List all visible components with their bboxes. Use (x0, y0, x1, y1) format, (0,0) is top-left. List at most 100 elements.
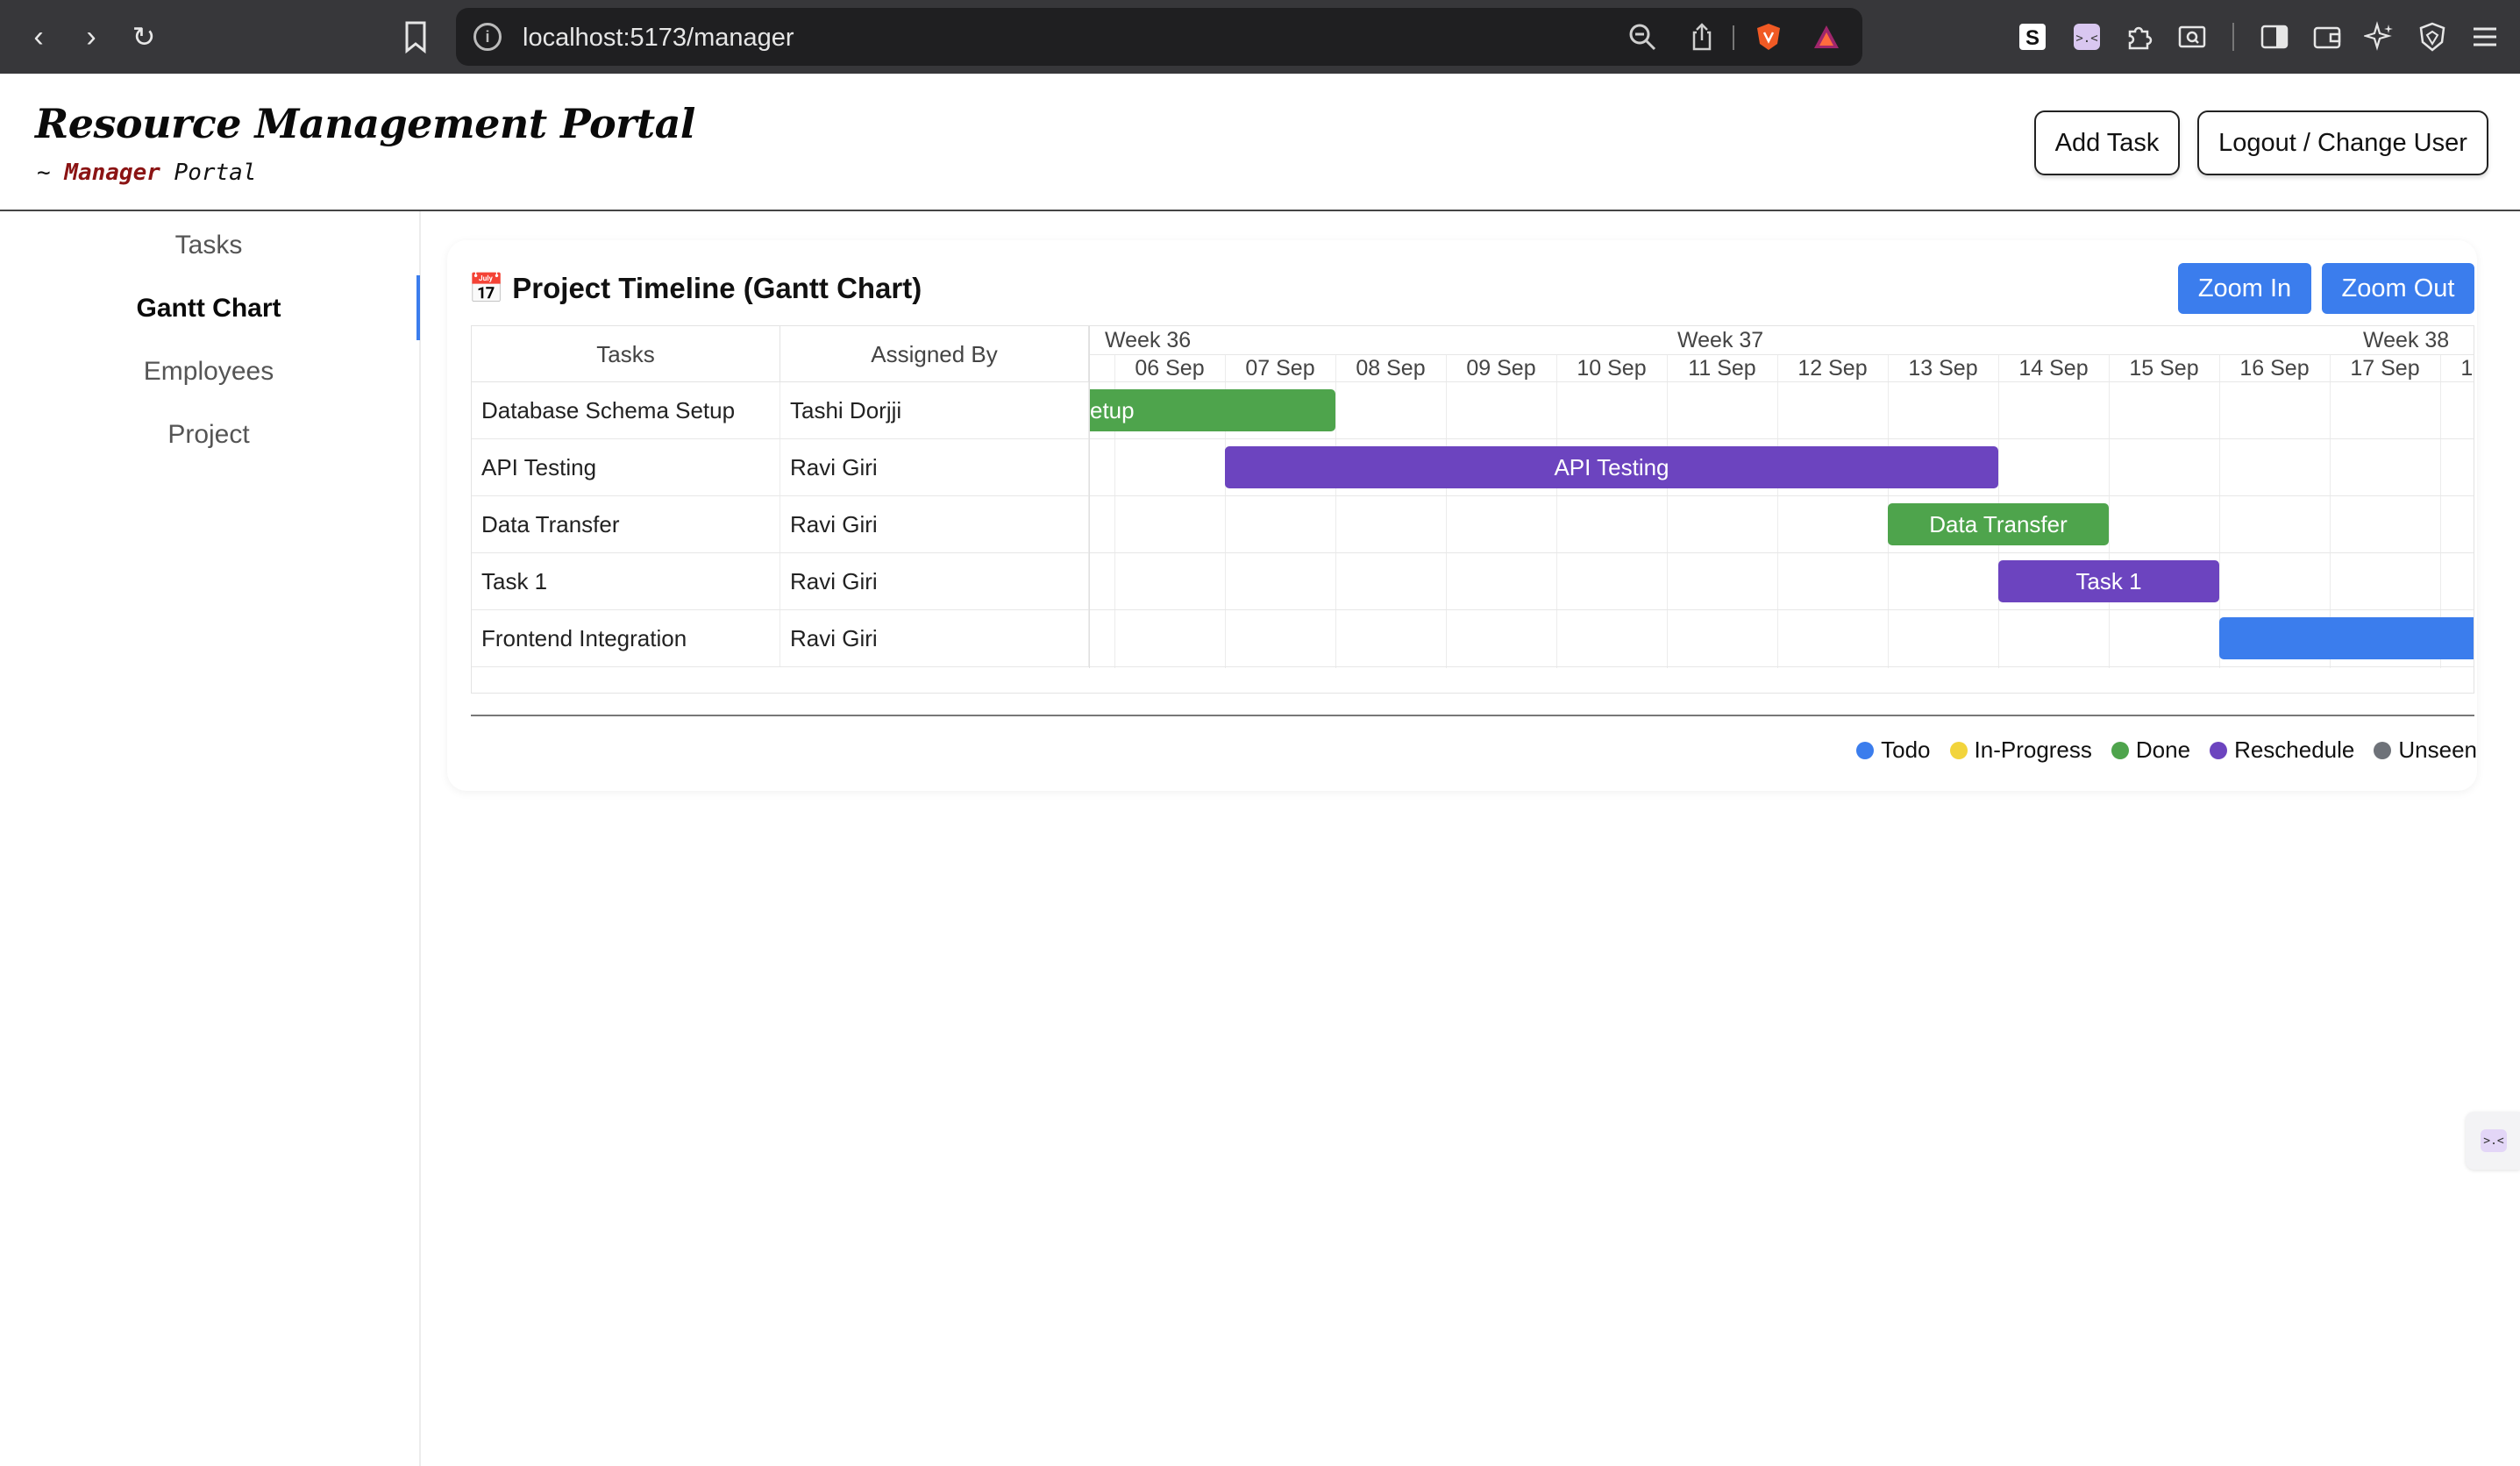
brave-shield-icon[interactable] (1754, 22, 1783, 52)
subtitle-suffix: Portal (160, 160, 257, 186)
vpn-shield-icon[interactable] (2417, 21, 2448, 53)
gantt-chart: Tasks Assigned By Database Schema Setup T… (471, 325, 2474, 694)
grid-line (1777, 354, 1778, 668)
legend-label: Todo (1881, 737, 1931, 763)
task-name-cell: API Testing (472, 439, 780, 495)
extensions-icon[interactable] (2124, 21, 2155, 53)
svg-text:>.<: >.< (2483, 1135, 2504, 1148)
address-bar[interactable]: i localhost:5173/manager (456, 8, 1862, 66)
zoom-in-button[interactable]: Zoom In (2178, 263, 2311, 314)
extension-floating-icon[interactable]: >.< (2466, 1112, 2520, 1170)
grid-line (1446, 354, 1447, 668)
week-label: Week 37 (1677, 328, 1764, 352)
reload-icon[interactable]: ↻ (126, 19, 161, 54)
day-label: 10 Sep (1577, 356, 1647, 381)
leo-ai-icon[interactable] (2362, 21, 2395, 53)
legend-dot-icon (1856, 742, 1875, 759)
day-label: 12 Sep (1797, 356, 1868, 381)
assigned-by-cell: Ravi Giri (780, 610, 1089, 666)
sidebar-item-employees[interactable]: Employees (0, 357, 417, 387)
legend-item: In-Progress (1949, 737, 2092, 764)
zoom-icon[interactable] (1627, 22, 1657, 52)
gantt-bar[interactable]: API Testing (1225, 446, 1998, 488)
day-label: 07 Sep (1245, 356, 1315, 381)
legend-label: Unseen (2398, 737, 2477, 763)
task-name-cell: Data Transfer (472, 496, 780, 552)
legend-dot-icon (2210, 742, 2228, 759)
gantt-bar[interactable]: etup (1090, 389, 1335, 431)
day-label: 09 Sep (1466, 356, 1536, 381)
gantt-timeline[interactable]: Week 36 Week 37 Week 38 06 Sep 07 Sep 08 Sep 0… (1089, 326, 2474, 668)
task-name-cell: Database Schema Setup (472, 382, 780, 438)
app-header: Resource Management Portal ~ Manager Por… (0, 74, 2520, 211)
legend-label: Reschedule (2234, 737, 2355, 763)
day-label: 14 Sep (2018, 356, 2089, 381)
day-label: 06 Sep (1135, 356, 1205, 381)
legend-dot-icon (2374, 742, 2392, 759)
legend-item: Reschedule (2210, 737, 2354, 764)
task-name-cell: Task 1 (472, 553, 780, 609)
column-header-tasks: Tasks (472, 326, 780, 382)
sidebar-item-tasks[interactable]: Tasks (0, 231, 417, 260)
legend-item: Done (2111, 737, 2190, 764)
active-indicator (416, 275, 420, 340)
menu-icon[interactable] (2469, 21, 2501, 53)
grid-line (1556, 354, 1557, 668)
extension-face-icon[interactable]: >.< (2071, 21, 2103, 53)
sidebar-item-gantt-chart[interactable]: Gantt Chart (0, 294, 417, 324)
day-label: 17 Sep (2350, 356, 2420, 381)
grid-line (1335, 354, 1336, 668)
add-task-button[interactable]: Add Task (2034, 110, 2180, 175)
app-subtitle: ~ Manager Portal (37, 160, 256, 186)
grid-line (1090, 438, 2474, 439)
subtitle-role: Manager (64, 160, 160, 186)
week-label: Week 36 (1105, 328, 1192, 352)
wallet-icon[interactable] (2311, 21, 2343, 53)
forward-icon[interactable]: › (74, 19, 109, 54)
sidebar: Tasks Gantt Chart Employees Project (0, 211, 421, 1466)
grid-line (2109, 354, 2110, 668)
share-icon[interactable] (1687, 22, 1717, 52)
grid-line (1090, 609, 2474, 610)
gantt-card: 📅 Project Timeline (Gantt Chart) Zoom In… (447, 240, 2477, 791)
svg-text:>.<: >.< (2075, 32, 2097, 46)
gantt-title-text: Project Timeline (Gantt Chart) (512, 272, 922, 304)
gantt-title: 📅 Project Timeline (Gantt Chart) (468, 272, 922, 306)
zoom-out-button[interactable]: Zoom Out (2322, 263, 2474, 314)
logout-button[interactable]: Logout / Change User (2197, 110, 2488, 175)
assigned-by-cell: Tashi Dorjji (780, 382, 1089, 438)
day-label: 15 Sep (2129, 356, 2199, 381)
gantt-bar[interactable]: Data Transfer (1888, 503, 2109, 545)
grid-line (1667, 354, 1668, 668)
day-label: 11 Sep (1688, 356, 1756, 381)
divider (1733, 25, 1734, 50)
legend-label: Done (2135, 737, 2191, 763)
task-name-cell: Frontend Integration (472, 610, 780, 666)
bookmark-icon[interactable] (400, 18, 431, 56)
gantt-bar[interactable] (2219, 617, 2474, 659)
back-icon[interactable]: ‹ (21, 19, 56, 54)
sidebar-item-project[interactable]: Project (0, 420, 417, 450)
day-label: 13 Sep (1908, 356, 1978, 381)
brave-rewards-icon[interactable] (1812, 22, 1841, 52)
divider (471, 715, 2474, 716)
url-text[interactable]: localhost:5173/manager (523, 24, 794, 53)
reader-search-icon[interactable] (2176, 21, 2208, 53)
day-label: 18 Sep (2460, 356, 2474, 381)
divider (2232, 23, 2234, 51)
assigned-by-cell: Ravi Giri (780, 553, 1089, 609)
legend-item: Todo (1856, 737, 1931, 764)
subtitle-prefix: ~ (37, 160, 65, 186)
legend-dot-icon (1949, 742, 1968, 759)
site-info-icon[interactable]: i (473, 23, 502, 51)
legend-dot-icon (2111, 742, 2129, 759)
extension-s-icon[interactable]: S (2017, 21, 2048, 53)
grid-line (1090, 495, 2474, 496)
week-label: Week 38 (2363, 328, 2450, 352)
sidebar-toggle-icon[interactable] (2259, 21, 2290, 53)
grid-line (1090, 381, 2474, 382)
gantt-bar[interactable]: Task 1 (1998, 560, 2219, 602)
grid-line (1090, 354, 2474, 355)
grid-line (1090, 552, 2474, 553)
legend-label: In-Progress (1974, 737, 2092, 763)
